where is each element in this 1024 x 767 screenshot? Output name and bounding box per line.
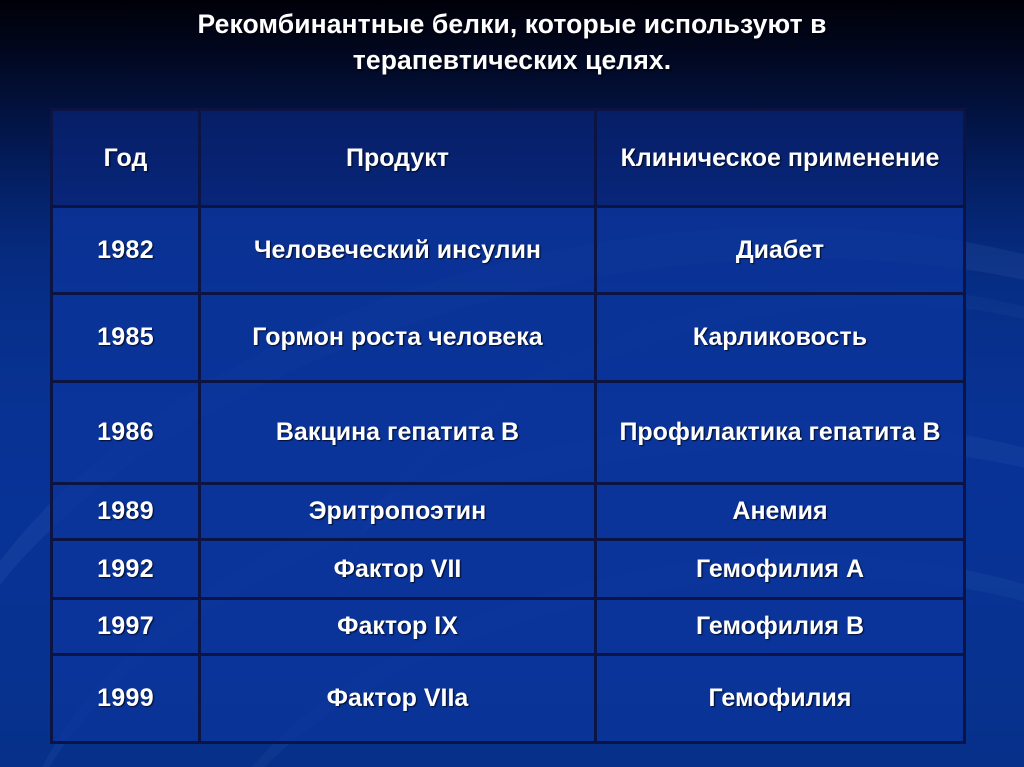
table-row: 1989 Эритропоэтин Анемия: [50, 482, 966, 541]
table-row: 1992 Фактор VII Гемофилия А: [50, 538, 966, 600]
cell-product: Эритропоэтин: [198, 482, 597, 541]
cell-clinical-use: Гемофилия: [594, 653, 966, 744]
column-header-year: Год: [50, 108, 201, 208]
cell-clinical-use: Анемия: [594, 482, 966, 541]
column-header-product: Продукт: [198, 108, 597, 208]
table-header: Год Продукт Клиническое применение: [50, 108, 966, 208]
recombinant-proteins-table-wrapper: Год Продукт Клиническое применение 1982 …: [50, 108, 966, 744]
cell-year: 1985: [50, 292, 201, 383]
cell-product: Фактор IX: [198, 597, 597, 656]
cell-year: 1992: [50, 538, 201, 600]
table-row: 1986 Вакцина гепатита В Профилактика геп…: [50, 380, 966, 485]
cell-year: 1989: [50, 482, 201, 541]
recombinant-proteins-table: Год Продукт Клиническое применение 1982 …: [50, 108, 966, 744]
cell-clinical-use: Диабет: [594, 205, 966, 295]
table-row: 1985 Гормон роста человека Карликовость: [50, 292, 966, 383]
table-body: 1982 Человеческий инсулин Диабет 1985 Го…: [50, 205, 966, 744]
cell-product: Человеческий инсулин: [198, 205, 597, 295]
cell-clinical-use: Гемофилия В: [594, 597, 966, 656]
table-row: 1999 Фактор VIIa Гемофилия: [50, 653, 966, 744]
cell-product: Фактор VII: [198, 538, 597, 600]
slide-title-line-1: Рекомбинантные белки, которые используют…: [197, 9, 827, 39]
cell-clinical-use: Карликовость: [594, 292, 966, 383]
cell-year: 1997: [50, 597, 201, 656]
slide-canvas: Рекомбинантные белки, которые используют…: [0, 0, 1024, 767]
cell-clinical-use: Профилактика гепатита В: [594, 380, 966, 485]
cell-year: 1982: [50, 205, 201, 295]
slide-title-line-2: терапевтических целях.: [352, 45, 672, 75]
cell-year: 1999: [50, 653, 201, 744]
slide-title: Рекомбинантные белки, которые используют…: [50, 6, 974, 78]
cell-product: Гормон роста человека: [198, 292, 597, 383]
cell-product: Вакцина гепатита В: [198, 380, 597, 485]
cell-product: Фактор VIIa: [198, 653, 597, 744]
cell-clinical-use: Гемофилия А: [594, 538, 966, 600]
table-header-row: Год Продукт Клиническое применение: [50, 108, 966, 208]
table-row: 1997 Фактор IX Гемофилия В: [50, 597, 966, 656]
column-header-clinical-use: Клиническое применение: [594, 108, 966, 208]
table-row: 1982 Человеческий инсулин Диабет: [50, 205, 966, 295]
cell-year: 1986: [50, 380, 201, 485]
